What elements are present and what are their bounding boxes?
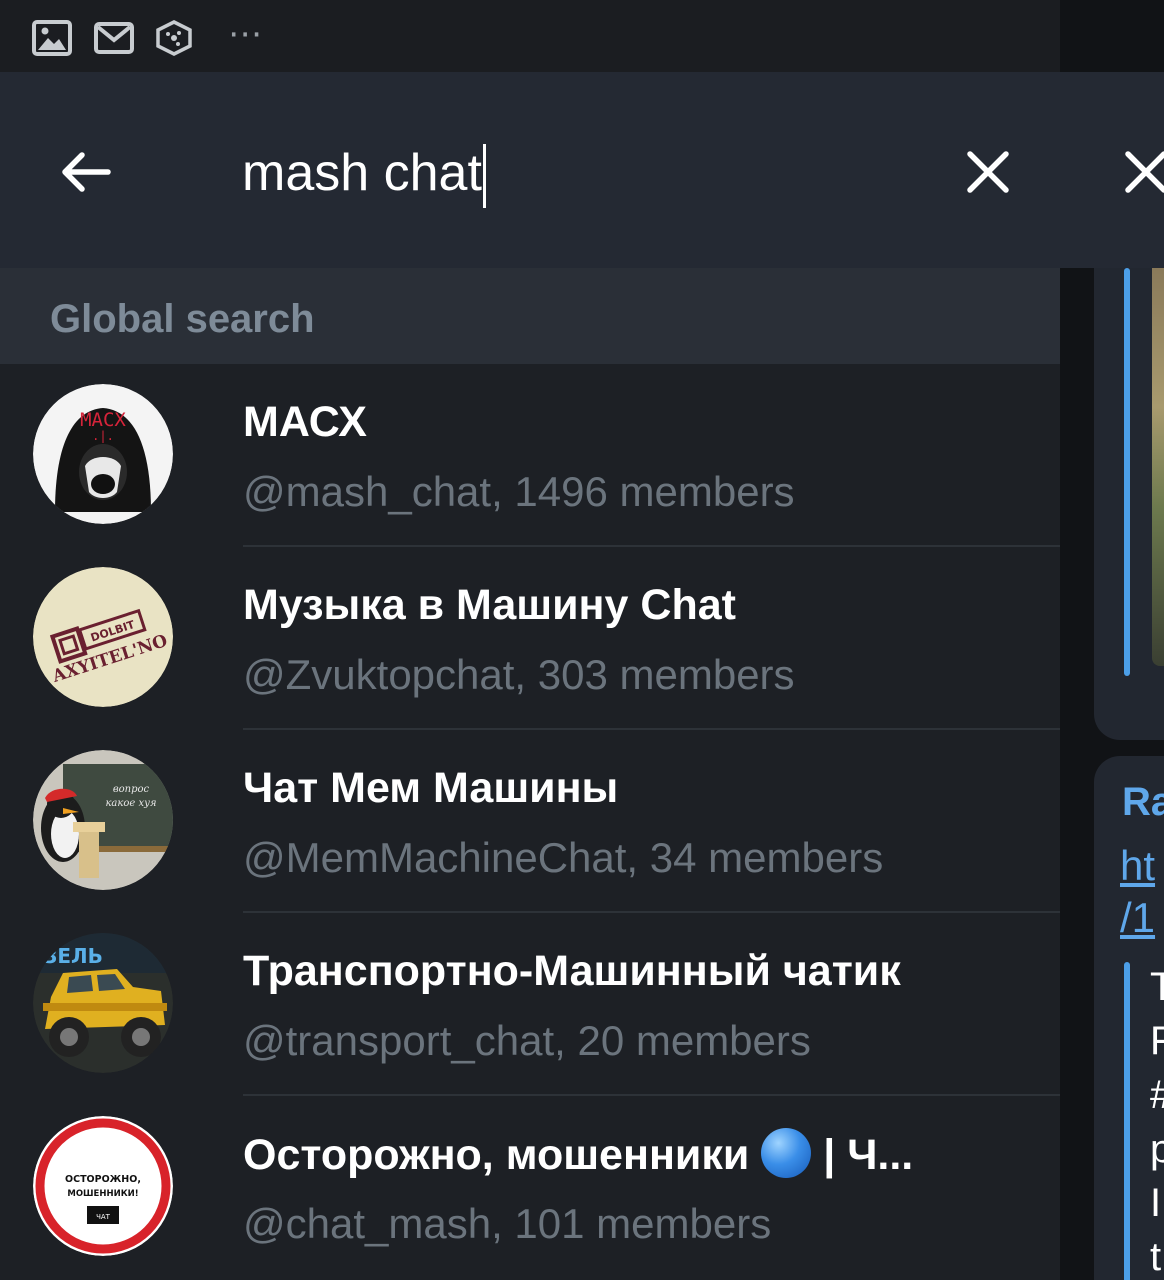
hexagon-app-icon: [154, 20, 194, 56]
more-notifications-icon: ⋯: [228, 15, 264, 53]
blue-circle-icon: [761, 1128, 812, 1178]
section-label: Global search: [50, 297, 315, 341]
result-subtitle: @MemMachineChat, 34 members: [243, 834, 884, 881]
search-input[interactable]: mash chat: [242, 138, 862, 209]
svg-text:какое хуя: какое хуя: [105, 798, 156, 809]
avatar: ОСТОРОЖНО, МОШЕННИКИ! ЧАТ: [33, 1116, 173, 1256]
search-result-item[interactable]: ЗЕЛЬ Транспортно-Машинный чатик @transpo…: [0, 913, 1060, 1096]
status-bar: ⋯: [0, 0, 1164, 72]
message-sender-name[interactable]: Ra: [1122, 780, 1164, 825]
back-arrow-icon[interactable]: [54, 140, 118, 204]
text-caret: [482, 144, 486, 209]
message-photo[interactable]: [1152, 268, 1164, 666]
result-title: Осторожно, мошенники | Ч...: [243, 1128, 913, 1181]
image-icon: [32, 20, 72, 56]
svg-text:ЗЕЛЬ: ЗЕЛЬ: [43, 944, 103, 968]
result-subtitle: @chat_mash, 101 members: [243, 1200, 772, 1247]
svg-text:МАСХ: МАСХ: [80, 409, 126, 431]
result-title: Музыка в Машину Chat: [243, 581, 736, 629]
search-result-item[interactable]: ОСТОРОЖНО, МОШЕННИКИ! ЧАТ Осторожно, мош…: [0, 1096, 1060, 1279]
result-title: МАСХ: [243, 398, 367, 446]
quote-bar: [1124, 962, 1130, 1280]
avatar: ЗЕЛЬ: [33, 933, 173, 1073]
result-title: Чат Мем Машины: [243, 764, 619, 812]
search-result-item[interactable]: МАСХ .|. МАСХ @mash_chat, 1496 members: [0, 364, 1060, 547]
svg-text:ОСТОРОЖНО,: ОСТОРОЖНО,: [65, 1174, 141, 1185]
search-results-list: МАСХ .|. МАСХ @mash_chat, 1496 members D…: [0, 364, 1060, 1280]
result-title: Транспортно-Машинный чатик: [243, 947, 901, 995]
svg-text:вопрос: вопрос: [113, 784, 150, 795]
avatar: МАСХ .|.: [33, 384, 173, 524]
avatar: вопрос какое хуя: [33, 750, 173, 890]
close-icon[interactable]: [1116, 142, 1164, 202]
svg-text:.|.: .|.: [92, 429, 114, 443]
gmail-icon: [94, 20, 134, 56]
result-subtitle: @Zvuktopchat, 303 members: [243, 651, 795, 698]
clear-search-icon[interactable]: [958, 142, 1018, 202]
search-result-item[interactable]: вопрос какое хуя Чат Мем Машины @MemMach…: [0, 730, 1060, 913]
result-subtitle: @mash_chat, 1496 members: [243, 468, 795, 515]
quoted-text: T F # p I t: [1150, 965, 1164, 1279]
svg-text:ЧАТ: ЧАТ: [96, 1213, 111, 1221]
svg-text:МОШЕННИКИ!: МОШЕННИКИ!: [67, 1189, 138, 1199]
search-result-item[interactable]: DOLBIT AXYITEL'NO Музыка в Машину Chat @…: [0, 547, 1060, 730]
message-link[interactable]: ht/1: [1120, 840, 1155, 944]
result-subtitle: @transport_chat, 20 members: [243, 1017, 811, 1064]
quote-bar: [1124, 268, 1130, 676]
avatar: DOLBIT AXYITEL'NO: [33, 567, 173, 707]
